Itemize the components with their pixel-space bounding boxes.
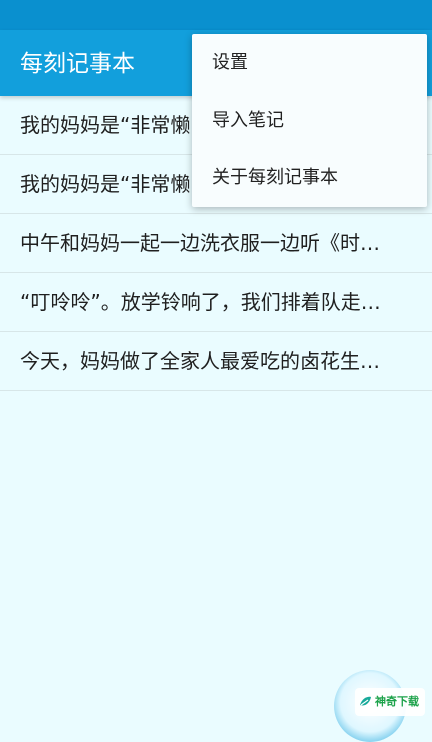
menu-item-import-notes[interactable]: 导入笔记 [192, 92, 427, 150]
watermark: 神奇下载 [355, 688, 425, 716]
app-title: 每刻记事本 [20, 51, 135, 77]
menu-item-label: 设置 [212, 52, 248, 73]
menu-item-about[interactable]: 关于每刻记事本 [192, 149, 427, 207]
note-item[interactable]: 中午和妈妈一起一边洗衣服一边听《时… [0, 214, 432, 273]
note-text: “叮呤呤”。放学铃响了，我们排着队走… [20, 290, 381, 314]
overflow-menu: 设置 导入笔记 关于每刻记事本 [192, 34, 427, 207]
menu-item-label: 导入笔记 [212, 110, 284, 131]
note-item[interactable]: “叮呤呤”。放学铃响了，我们排着队走… [0, 273, 432, 332]
watermark-text: 神奇下载 [375, 695, 419, 708]
note-text: 中午和妈妈一起一边洗衣服一边听《时… [20, 231, 380, 255]
status-bar [0, 0, 432, 30]
note-item[interactable]: 今天，妈妈做了全家人最爱吃的卤花生… [0, 332, 432, 391]
menu-item-settings[interactable]: 设置 [192, 34, 427, 92]
menu-item-label: 关于每刻记事本 [212, 167, 338, 188]
note-text: 今天，妈妈做了全家人最爱吃的卤花生… [20, 349, 380, 373]
leaf-icon [360, 696, 371, 706]
